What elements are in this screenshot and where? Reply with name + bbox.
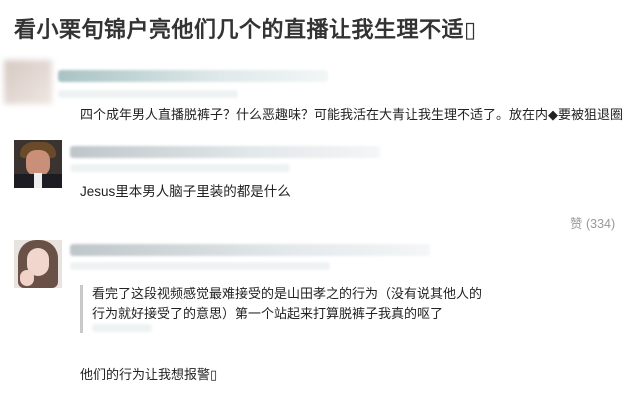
comment-1-meta-blurred bbox=[58, 90, 238, 98]
quoted-text-line-2: 行为就好接受了的意思）第一个站起来打算脱裤子我真的呕了 bbox=[92, 306, 444, 321]
comment-3-avatar[interactable] bbox=[14, 240, 62, 288]
comment-2-username-blurred bbox=[70, 146, 380, 158]
comment-3-username-blurred bbox=[70, 244, 430, 256]
comment-3-meta-blurred bbox=[70, 262, 330, 270]
comment-2-text: Jesus里本男人脑子里装的都是什么 bbox=[80, 184, 291, 199]
like-button[interactable]: 赞 (334) bbox=[570, 213, 615, 232]
comment-2-avatar[interactable] bbox=[14, 140, 62, 188]
quote-bar bbox=[80, 285, 83, 333]
post-title: 看小栗旬锦户亮他们几个的直播让我生理不适▯ bbox=[14, 17, 477, 42]
comment-2-meta-blurred bbox=[70, 164, 290, 172]
quote-meta-blurred bbox=[92, 324, 152, 332]
quoted-text-line-1: 看完了这段视频感觉最难接受的是山田孝之的行为（没有说其他人的 bbox=[92, 286, 483, 301]
comment-1-username-blurred bbox=[58, 70, 328, 82]
comment-1-avatar[interactable] bbox=[4, 60, 52, 104]
comment-1-text: 四个成年男人直播脱裤子？什么恶趣味？可能我活在大青让我生理不适了。放在内◆要被狙… bbox=[80, 107, 623, 122]
comment-3-text: 他们的行为让我想报警▯ bbox=[80, 367, 218, 382]
